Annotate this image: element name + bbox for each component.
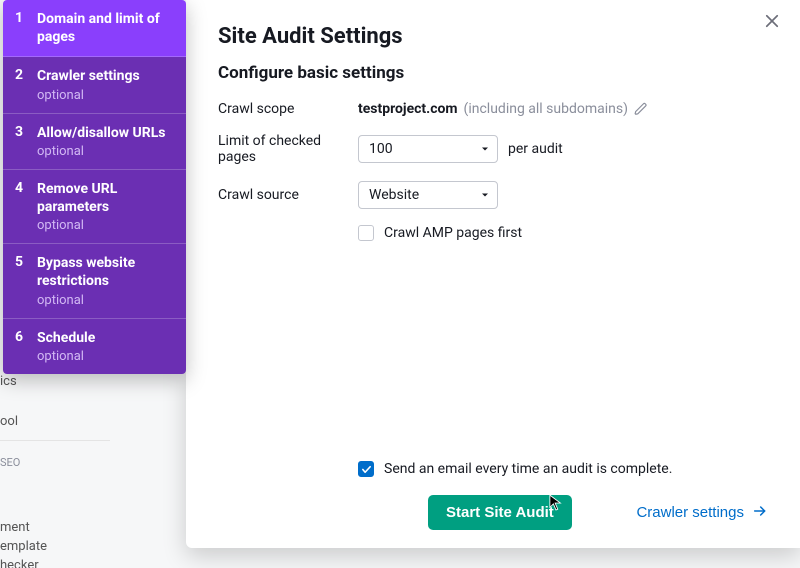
amp-checkbox-row: Crawl AMP pages first xyxy=(358,225,768,241)
bg-text: hecker xyxy=(0,552,110,568)
step-number: 2 xyxy=(15,67,25,102)
step-number: 3 xyxy=(15,124,25,159)
step-number: 4 xyxy=(15,180,25,233)
chevron-down-icon xyxy=(479,189,491,201)
step-number: 6 xyxy=(15,329,25,364)
limit-suffix: per audit xyxy=(508,141,563,157)
amp-checkbox-label: Crawl AMP pages first xyxy=(384,225,522,241)
modal-title: Site Audit Settings xyxy=(218,24,768,49)
amp-checkbox[interactable] xyxy=(358,225,374,241)
bg-text: ool xyxy=(0,408,110,435)
step-label: Bypass website restrictions xyxy=(37,254,174,290)
step-remove-url-parameters[interactable]: 4 Remove URL parameters optional xyxy=(3,170,186,244)
source-label: Crawl source xyxy=(218,187,358,203)
step-optional: optional xyxy=(37,144,166,159)
email-checkbox-row: Send an email every time an audit is com… xyxy=(358,461,768,477)
pencil-icon[interactable] xyxy=(634,102,648,116)
crawl-scope-hint: (including all subdomains) xyxy=(464,101,628,117)
chevron-down-icon xyxy=(479,143,491,155)
crawl-scope-label: Crawl scope xyxy=(218,101,358,117)
email-checkbox-label: Send an email every time an audit is com… xyxy=(384,461,672,477)
bg-text: SEO xyxy=(0,450,110,475)
step-optional: optional xyxy=(37,88,140,103)
limit-select-value: 100 xyxy=(369,141,393,157)
step-label: Crawler settings xyxy=(37,67,140,85)
modal-subtitle: Configure basic settings xyxy=(218,63,768,83)
start-audit-button[interactable]: Start Site Audit xyxy=(428,495,572,530)
close-button[interactable] xyxy=(758,8,786,36)
step-number: 1 xyxy=(15,10,25,46)
settings-modal: Site Audit Settings Configure basic sett… xyxy=(186,0,800,548)
bg-divider xyxy=(0,440,110,441)
crawl-scope-domain: testproject.com xyxy=(358,101,458,117)
modal-footer: Send an email every time an audit is com… xyxy=(218,461,768,530)
source-row: Crawl source Website xyxy=(218,181,768,209)
step-crawler-settings[interactable]: 2 Crawler settings optional xyxy=(3,57,186,113)
crawl-scope-row: Crawl scope testproject.com (including a… xyxy=(218,101,768,117)
step-domain-limit[interactable]: 1 Domain and limit of pages xyxy=(3,0,186,57)
close-icon xyxy=(763,12,781,33)
step-optional: optional xyxy=(37,349,95,364)
email-checkbox[interactable] xyxy=(358,461,374,477)
step-label: Domain and limit of pages xyxy=(37,10,174,46)
wizard-steps-sidebar: 1 Domain and limit of pages 2 Crawler se… xyxy=(3,0,186,374)
step-number: 5 xyxy=(15,254,25,307)
limit-row: Limit of checked pages 100 per audit xyxy=(218,133,768,165)
step-label: Schedule xyxy=(37,329,95,347)
step-optional: optional xyxy=(37,218,174,233)
step-label: Allow/disallow URLs xyxy=(37,124,166,142)
actions-row: Start Site Audit Crawler settings xyxy=(428,495,768,530)
limit-select[interactable]: 100 xyxy=(358,135,498,163)
step-bypass-restrictions[interactable]: 5 Bypass website restrictions optional xyxy=(3,244,186,318)
arrow-right-icon xyxy=(752,503,768,523)
crawler-settings-link[interactable]: Crawler settings xyxy=(636,503,768,523)
limit-label: Limit of checked pages xyxy=(218,133,358,165)
source-select-value: Website xyxy=(369,187,419,203)
source-select[interactable]: Website xyxy=(358,181,498,209)
crawler-settings-link-label: Crawler settings xyxy=(636,504,744,521)
step-schedule[interactable]: 6 Schedule optional xyxy=(3,319,186,374)
step-optional: optional xyxy=(37,293,174,308)
step-label: Remove URL parameters xyxy=(37,180,174,216)
step-allow-disallow-urls[interactable]: 3 Allow/disallow URLs optional xyxy=(3,114,186,170)
